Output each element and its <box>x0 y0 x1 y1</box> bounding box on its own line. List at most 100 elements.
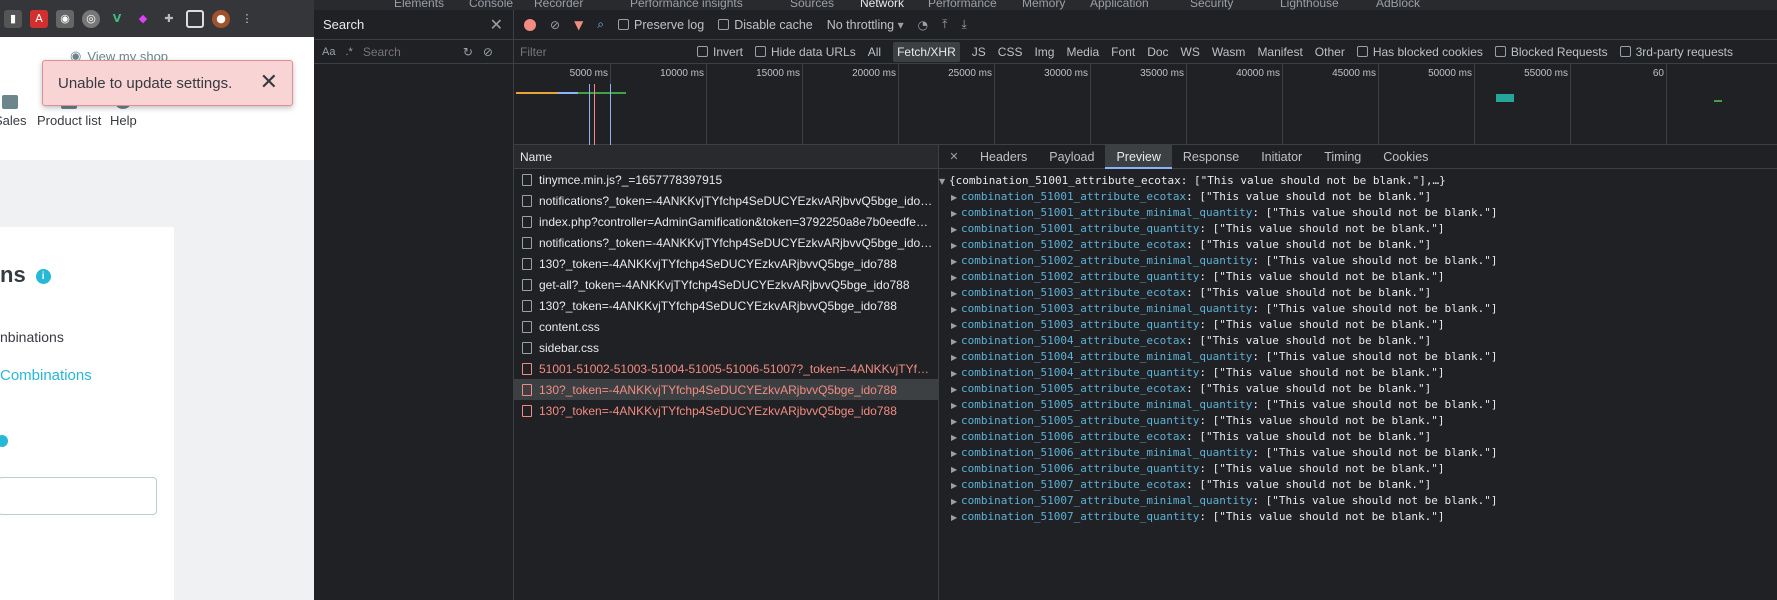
tab-network[interactable]: Network <box>860 0 904 10</box>
camera-extension-icon[interactable]: ◉ <box>56 9 74 28</box>
info-icon[interactable] <box>0 435 8 447</box>
detail-tab-response[interactable]: Response <box>1172 145 1250 169</box>
filter-css[interactable]: CSS <box>998 45 1023 59</box>
network-timeline[interactable]: 5000 ms 10000 ms 15000 ms 20000 ms 25000 ms 3… <box>514 64 1777 145</box>
json-entry[interactable]: ▶ combination_51004_attribute_ecotax: ["T… <box>939 333 1777 349</box>
combinations-link[interactable]: Combinations <box>0 367 92 384</box>
color-extension-icon[interactable]: ◆ <box>134 10 152 28</box>
json-entry[interactable]: ▶ combination_51006_attribute_minimal_qua… <box>939 445 1777 461</box>
json-entry[interactable]: ▶ combination_51005_attribute_minimal_qua… <box>939 397 1777 413</box>
json-entry[interactable]: ▶ combination_51004_attribute_quantity: [… <box>939 365 1777 381</box>
filter-js[interactable]: JS <box>972 45 986 59</box>
pdf-extension-icon[interactable]: A <box>30 9 48 28</box>
menu-icon[interactable]: ⋮ <box>238 10 256 28</box>
tab-performance-insights[interactable]: Performance insights <box>630 0 743 10</box>
nav-sales[interactable]: Sales <box>0 95 27 128</box>
json-entry[interactable]: ▶ combination_51001_attribute_quantity: [… <box>939 221 1777 237</box>
match-case-toggle[interactable]: Aa <box>322 46 335 58</box>
request-row[interactable]: 130?_token=-4ANKKvjTYfchp4SeDUCYEzkvARjb… <box>514 295 938 316</box>
request-row[interactable]: sidebar.css <box>514 337 938 358</box>
close-icon[interactable]: ✕ <box>939 150 969 163</box>
profile-avatar[interactable]: ● <box>212 9 230 28</box>
request-row[interactable]: notifications?_token=-4ANKKvjTYfchp4SeDU… <box>514 232 938 253</box>
upload-icon[interactable]: ⤒ <box>942 17 947 32</box>
json-entry[interactable]: ▶ combination_51007_attribute_ecotax: ["T… <box>939 477 1777 493</box>
json-entry[interactable]: ▶ combination_51007_attribute_minimal_qua… <box>939 493 1777 509</box>
info-icon[interactable]: i <box>35 268 51 284</box>
filter-manifest[interactable]: Manifest <box>1257 45 1302 59</box>
json-summary[interactable]: ▼ {combination_51001_attribute_ecotax: ["… <box>939 173 1777 189</box>
side-panel-icon[interactable] <box>186 9 204 28</box>
clear-icon[interactable]: ⊘ <box>550 18 560 32</box>
filter-icon[interactable]: ▼ <box>574 18 583 32</box>
json-entry[interactable]: ▶ combination_51005_attribute_quantity: [… <box>939 413 1777 429</box>
name-column-header[interactable]: Name <box>514 145 938 169</box>
request-row[interactable]: index.php?controller=AdminGamification&t… <box>514 211 938 232</box>
search-icon[interactable]: ⌕ <box>597 17 604 32</box>
extension-icon[interactable]: ▮ <box>4 9 22 28</box>
close-icon[interactable]: ✕ <box>490 15 503 34</box>
hide-data-urls-checkbox[interactable]: Hide data URLs <box>755 45 856 59</box>
text-input[interactable] <box>0 477 157 515</box>
json-entry[interactable]: ▶ combination_51004_attribute_minimal_qua… <box>939 349 1777 365</box>
settings-extension-icon[interactable]: ◎ <box>82 9 100 28</box>
vue-devtools-icon[interactable]: V <box>108 10 126 28</box>
request-row[interactable]: 130?_token=-4ANKKvjTYfchp4SeDUCYEzkvARjb… <box>514 379 938 400</box>
filter-doc[interactable]: Doc <box>1147 45 1168 59</box>
filter-media[interactable]: Media <box>1066 45 1099 59</box>
wifi-settings-icon[interactable]: ◔ <box>918 18 928 32</box>
preserve-log-checkbox[interactable]: Preserve log <box>618 18 704 32</box>
throttling-select[interactable]: No throttling ▾ <box>827 18 904 32</box>
tab-recorder[interactable]: Recorder <box>534 0 583 10</box>
request-row[interactable]: 51001-51002-51003-51004-51005-51006-5100… <box>514 358 938 379</box>
regex-toggle[interactable]: .* <box>345 46 352 58</box>
record-icon[interactable] <box>524 18 536 31</box>
tab-console[interactable]: Console <box>469 0 513 10</box>
detail-tab-timing[interactable]: Timing <box>1313 145 1372 169</box>
filter-fetch-xhr[interactable]: Fetch/XHR <box>893 41 960 62</box>
puzzle-icon[interactable]: ✚ <box>160 10 178 28</box>
tab-adblock[interactable]: AdBlock <box>1376 0 1420 10</box>
detail-tab-initiator[interactable]: Initiator <box>1250 145 1313 169</box>
download-icon[interactable]: ⤓ <box>961 17 966 32</box>
filter-font[interactable]: Font <box>1111 45 1135 59</box>
search-input[interactable] <box>362 44 453 59</box>
json-entry[interactable]: ▶ combination_51002_attribute_ecotax: ["T… <box>939 237 1777 253</box>
blocked-requests-checkbox[interactable]: Blocked Requests <box>1494 45 1608 59</box>
tab-application[interactable]: Application <box>1090 0 1149 10</box>
json-entry[interactable]: ▶ combination_51006_attribute_quantity: [… <box>939 461 1777 477</box>
json-entry[interactable]: ▶ combination_51001_attribute_ecotax: ["T… <box>939 189 1777 205</box>
filter-wasm[interactable]: Wasm <box>1212 45 1246 59</box>
detail-tab-headers[interactable]: Headers <box>969 145 1038 169</box>
tab-performance[interactable]: Performance <box>928 0 997 10</box>
json-entry[interactable]: ▶ combination_51002_attribute_minimal_qua… <box>939 253 1777 269</box>
close-icon[interactable]: ✕ <box>260 72 278 94</box>
filter-input[interactable] <box>520 44 685 59</box>
tab-sources[interactable]: Sources <box>790 0 834 10</box>
json-entry[interactable]: ▶ combination_51006_attribute_ecotax: ["T… <box>939 429 1777 445</box>
detail-tab-preview[interactable]: Preview <box>1105 144 1172 169</box>
json-entry[interactable]: ▶ combination_51005_attribute_ecotax: ["T… <box>939 381 1777 397</box>
tab-elements[interactable]: Elements <box>394 0 444 10</box>
has-blocked-cookies-checkbox[interactable]: Has blocked cookies <box>1356 45 1483 59</box>
json-entry[interactable]: ▶ combination_51002_attribute_quantity: [… <box>939 269 1777 285</box>
json-entry[interactable]: ▶ combination_51003_attribute_quantity: [… <box>939 317 1777 333</box>
tab-security[interactable]: Security <box>1190 0 1233 10</box>
request-row[interactable]: 130?_token=-4ANKKvjTYfchp4SeDUCYEzkvARjb… <box>514 253 938 274</box>
invert-checkbox[interactable]: Invert <box>697 45 743 59</box>
request-row[interactable]: 130?_token=-4ANKKvjTYfchp4SeDUCYEzkvARjb… <box>514 400 938 421</box>
request-row[interactable]: tinymce.min.js?_=1657778397915 <box>514 169 938 190</box>
filter-ws[interactable]: WS <box>1181 45 1200 59</box>
disable-cache-checkbox[interactable]: Disable cache <box>718 18 813 32</box>
filter-all[interactable]: All <box>868 45 881 59</box>
tab-lighthouse[interactable]: Lighthouse <box>1280 0 1339 10</box>
request-row[interactable]: get-all?_token=-4ANKKvjTYfchp4SeDUCYEzkv… <box>514 274 938 295</box>
json-entry[interactable]: ▶ combination_51003_attribute_minimal_qua… <box>939 301 1777 317</box>
request-row[interactable]: content.css <box>514 316 938 337</box>
third-party-checkbox[interactable]: 3rd-party requests <box>1619 45 1733 59</box>
refresh-icon[interactable]: ↻ <box>463 45 473 59</box>
clear-icon[interactable]: ⊘ <box>483 45 493 59</box>
detail-tab-cookies[interactable]: Cookies <box>1372 145 1439 169</box>
request-row[interactable]: notifications?_token=-4ANKKvjTYfchp4SeDU… <box>514 190 938 211</box>
tab-memory[interactable]: Memory <box>1022 0 1065 10</box>
